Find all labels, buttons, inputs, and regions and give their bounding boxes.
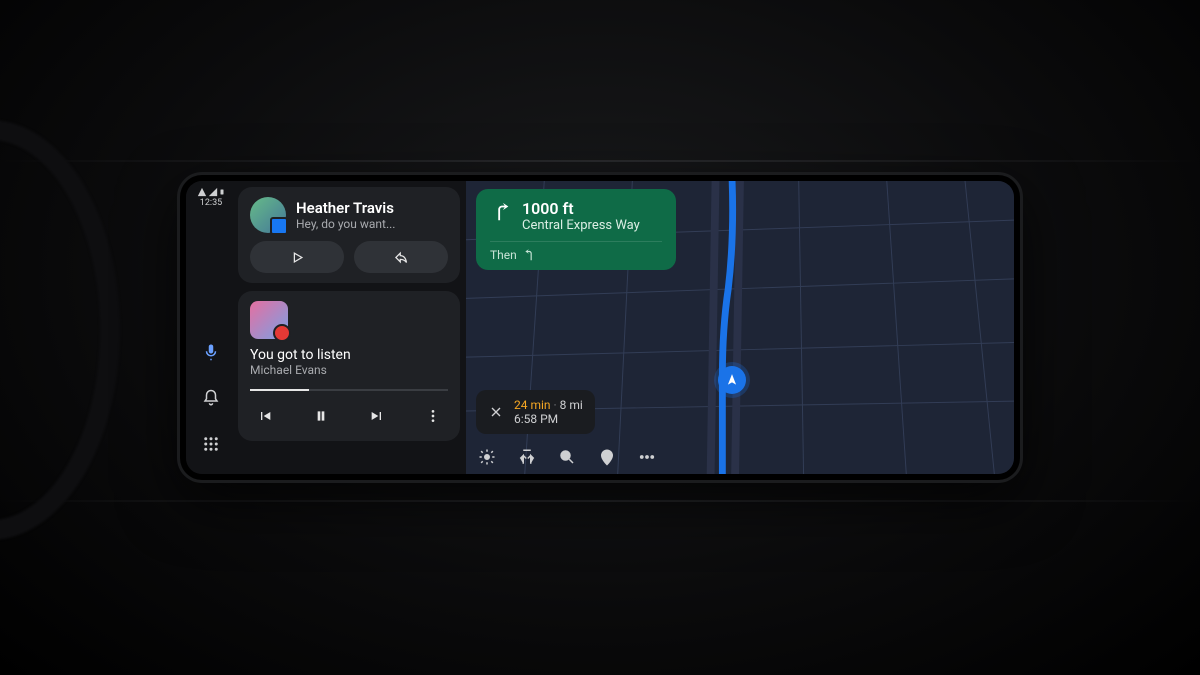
navigation-arrow-icon (725, 373, 739, 387)
more-vert-icon (425, 408, 441, 424)
playback-progress[interactable] (250, 389, 448, 391)
current-location-marker (718, 366, 746, 394)
microphone-icon (202, 343, 220, 361)
signal-icon (197, 187, 207, 197)
cards-column: Heather Travis Hey, do you want... Yo (236, 181, 466, 474)
screen: 12:35 Heather Trav (186, 181, 1014, 474)
gear-icon (478, 448, 496, 466)
media-more-button[interactable] (418, 401, 448, 431)
bell-icon (202, 389, 220, 407)
search-button[interactable] (556, 446, 578, 468)
message-card[interactable]: Heather Travis Hey, do you want... (238, 187, 460, 283)
notifications-button[interactable] (193, 380, 229, 416)
map-more-button[interactable] (636, 446, 658, 468)
cellular-icon (208, 187, 218, 197)
dashboard-edge (0, 500, 1200, 502)
alternate-routes-button[interactable] (516, 446, 538, 468)
reply-icon (394, 250, 409, 265)
map-view[interactable]: 1000 ft Central Express Way Then 24 min … (466, 181, 1014, 474)
turn-right-icon (490, 201, 512, 223)
location-pin-button[interactable] (596, 446, 618, 468)
next-track-button[interactable] (362, 401, 392, 431)
play-message-button[interactable] (250, 241, 344, 273)
pause-icon (313, 408, 329, 424)
track-title: You got to listen (250, 347, 448, 363)
nav-distance: 1000 ft (522, 199, 640, 218)
assistant-button[interactable] (193, 334, 229, 370)
battery-icon (219, 187, 225, 197)
search-icon (558, 448, 576, 466)
status-bar: 12:35 (197, 187, 225, 208)
pause-button[interactable] (306, 401, 336, 431)
reply-button[interactable] (354, 241, 448, 273)
location-pin-icon (598, 448, 616, 466)
route-split-icon (518, 448, 536, 466)
map-toolbar (476, 446, 658, 468)
eta-arrival: 6:58 PM (514, 412, 583, 426)
eta-duration: 24 min (514, 398, 551, 412)
skip-next-icon (369, 408, 385, 424)
track-artist: Michael Evans (250, 363, 448, 377)
more-horiz-icon (638, 448, 656, 466)
nav-rail: 12:35 (186, 181, 236, 474)
eta-card[interactable]: 24 min · 8 mi 6:58 PM (476, 390, 595, 434)
skip-previous-icon (257, 408, 273, 424)
turn-left-icon (523, 248, 537, 262)
close-icon (488, 404, 504, 420)
app-launcher-button[interactable] (193, 426, 229, 462)
avatar (250, 197, 286, 233)
nav-road-name: Central Express Way (522, 218, 640, 233)
navigation-instruction-card[interactable]: 1000 ft Central Express Way Then (476, 189, 676, 270)
eta-distance: 8 mi (560, 398, 583, 412)
steering-wheel (0, 120, 120, 540)
message-sender: Heather Travis (296, 199, 395, 217)
message-preview: Hey, do you want... (296, 217, 395, 231)
infotainment-device: 12:35 Heather Trav (180, 175, 1020, 480)
map-settings-button[interactable] (476, 446, 498, 468)
dashboard-edge (0, 160, 1200, 162)
clock: 12:35 (200, 198, 222, 208)
play-icon (290, 250, 305, 265)
media-card[interactable]: You got to listen Michael Evans (238, 291, 460, 441)
nav-then-label: Then (490, 248, 517, 262)
album-art (250, 301, 288, 339)
previous-track-button[interactable] (250, 401, 280, 431)
close-eta-button[interactable] (488, 404, 504, 420)
apps-grid-icon (202, 435, 220, 453)
